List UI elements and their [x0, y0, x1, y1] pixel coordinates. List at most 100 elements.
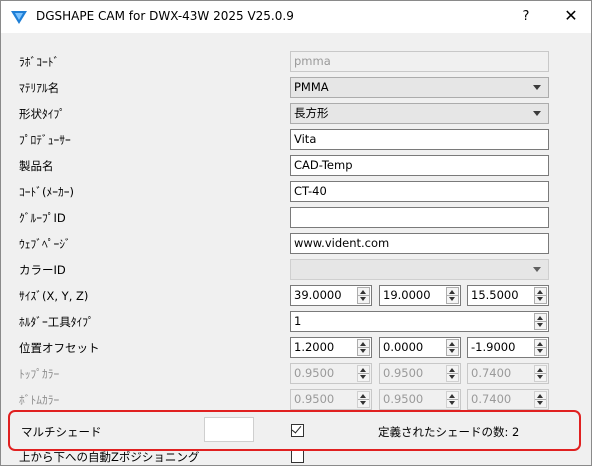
spin-buttons: [357, 365, 370, 382]
shape-type-value: 長方形: [294, 106, 329, 120]
top-color-b-value: 0.7400: [471, 366, 512, 380]
bottom-color-b-stepper: 0.7400: [467, 389, 549, 410]
row-product-name: 製品名 CAD-Temp: [1, 155, 591, 177]
row-holder-tool-type: ﾎﾙﾀﾞｰ工具ﾀｲﾌﾟ 1: [1, 311, 591, 333]
spin-buttons[interactable]: [357, 287, 370, 304]
offset-y-stepper[interactable]: 0.0000: [379, 337, 461, 358]
title-bar: DGSHAPE CAM for DWX-43W 2025 V25.0.9 ? ✕: [1, 1, 591, 33]
spin-up-icon[interactable]: [360, 290, 366, 294]
size-z-stepper[interactable]: 15.5000: [467, 285, 549, 306]
lab-code-field: pmma: [290, 51, 549, 72]
spin-up-icon[interactable]: [449, 290, 455, 294]
spin-buttons[interactable]: [534, 287, 547, 304]
window-title: DGSHAPE CAM for DWX-43W 2025 V25.0.9: [36, 9, 294, 23]
offset-x-value: 1.2000: [294, 340, 335, 354]
bottom-color-r-value: 0.9500: [294, 392, 335, 406]
row-producer: ﾌﾟﾛﾃﾞｭｰｻｰ Vita: [1, 129, 591, 151]
bottom-color-g-stepper: 0.9500: [379, 389, 461, 410]
producer-label: ﾌﾟﾛﾃﾞｭｰｻｰ: [19, 133, 71, 147]
spin-down-icon[interactable]: [537, 349, 543, 353]
spin-buttons: [534, 391, 547, 408]
spin-down-icon[interactable]: [449, 297, 455, 301]
spin-buttons: [446, 391, 459, 408]
offset-y-value: 0.0000: [383, 340, 424, 354]
row-size: ｻｲｽﾞ(X, Y, Z) 39.0000 19.0000 15.5000: [1, 285, 591, 307]
top-color-r-stepper: 0.9500: [290, 363, 372, 384]
row-code-maker: ｺｰﾄﾞ(ﾒｰｶｰ) CT-40: [1, 181, 591, 203]
chevron-down-icon: [533, 85, 541, 90]
product-name-field[interactable]: CAD-Temp: [290, 155, 549, 176]
spin-buttons[interactable]: [446, 339, 459, 356]
spin-buttons[interactable]: [446, 287, 459, 304]
product-name-label: 製品名: [19, 159, 54, 173]
spin-down-icon[interactable]: [537, 297, 543, 301]
spin-up-icon[interactable]: [360, 342, 366, 346]
defined-shades-count: 定義されたシェードの数: 2: [378, 425, 520, 439]
spin-buttons: [534, 365, 547, 382]
row-lab-code: ﾗﾎﾞｺｰﾄﾞ pmma: [1, 51, 591, 73]
top-color-g-value: 0.9500: [383, 366, 424, 380]
bottom-color-g-value: 0.9500: [383, 392, 424, 406]
multi-shade-label: マルチシェード: [21, 425, 102, 439]
color-id-select: [290, 259, 549, 280]
spin-up-icon[interactable]: [537, 316, 543, 320]
offset-z-stepper[interactable]: -1.9000: [467, 337, 549, 358]
dgshape-logo-icon: [11, 11, 27, 24]
close-icon[interactable]: ✕: [559, 5, 583, 27]
top-color-g-stepper: 0.9500: [379, 363, 461, 384]
lab-code-label: ﾗﾎﾞｺｰﾄﾞ: [19, 55, 60, 69]
offset-x-stepper[interactable]: 1.2000: [290, 337, 372, 358]
spin-up-icon[interactable]: [449, 342, 455, 346]
code-maker-label: ｺｰﾄﾞ(ﾒｰｶｰ): [19, 185, 74, 199]
spin-buttons: [446, 365, 459, 382]
spin-down-icon[interactable]: [449, 349, 455, 353]
row-top-color: ﾄｯﾌﾟｶﾗｰ 0.9500 0.9500 0.7400: [1, 363, 591, 385]
producer-field[interactable]: Vita: [290, 129, 549, 150]
spin-up-icon[interactable]: [537, 290, 543, 294]
holder-tool-type-stepper[interactable]: 1: [290, 311, 549, 332]
spin-buttons[interactable]: [534, 313, 547, 330]
top-color-b-stepper: 0.7400: [467, 363, 549, 384]
dialog-window: DGSHAPE CAM for DWX-43W 2025 V25.0.9 ? ✕…: [0, 0, 592, 466]
group-id-label: ｸﾞﾙｰﾌﾟID: [19, 211, 66, 225]
spin-down-icon[interactable]: [537, 323, 543, 327]
bottom-color-b-value: 0.7400: [471, 392, 512, 406]
spin-buttons[interactable]: [534, 339, 547, 356]
spin-up-icon[interactable]: [537, 342, 543, 346]
shape-type-select[interactable]: 長方形: [290, 103, 549, 124]
color-id-label: カラーID: [19, 263, 66, 277]
chevron-down-icon: [533, 267, 541, 272]
row-webpage: ｳｪﾌﾞﾍﾟｰｼﾞ www.vident.com: [1, 233, 591, 255]
size-y-value: 19.0000: [383, 288, 431, 302]
spin-down-icon[interactable]: [360, 349, 366, 353]
chevron-down-icon: [533, 111, 541, 116]
row-material-name: ﾏﾃﾘｱﾙ名 PMMA: [1, 77, 591, 99]
multi-shade-checkbox[interactable]: [291, 423, 304, 437]
spin-buttons[interactable]: [357, 339, 370, 356]
material-name-value: PMMA: [294, 80, 329, 94]
row-group-id: ｸﾞﾙｰﾌﾟID: [1, 207, 591, 229]
material-name-select[interactable]: PMMA: [290, 77, 549, 98]
shape-type-label: 形状ﾀｲﾌﾟ: [19, 107, 65, 121]
top-color-r-value: 0.9500: [294, 366, 335, 380]
holder-tool-type-label: ﾎﾙﾀﾞｰ工具ﾀｲﾌﾟ: [19, 315, 94, 329]
webpage-field[interactable]: www.vident.com: [290, 233, 549, 254]
help-icon[interactable]: ?: [513, 6, 539, 28]
size-x-stepper[interactable]: 39.0000: [290, 285, 372, 306]
offset-z-value: -1.9000: [471, 340, 516, 354]
holder-tool-type-value: 1: [294, 314, 302, 328]
auto-z-positioning-checkbox[interactable]: [291, 450, 304, 463]
row-bottom-color: ﾎﾞﾄﾑｶﾗｰ 0.9500 0.9500 0.7400: [1, 389, 591, 411]
size-y-stepper[interactable]: 19.0000: [379, 285, 461, 306]
multi-shade-color-swatch[interactable]: [204, 417, 254, 442]
spin-down-icon[interactable]: [360, 297, 366, 301]
size-label: ｻｲｽﾞ(X, Y, Z): [19, 289, 89, 303]
row-color-id: カラーID: [1, 259, 591, 281]
bottom-color-r-stepper: 0.9500: [290, 389, 372, 410]
material-name-label: ﾏﾃﾘｱﾙ名: [19, 81, 60, 95]
top-color-label: ﾄｯﾌﾟｶﾗｰ: [19, 367, 60, 381]
auto-z-positioning-label: 上から下への自動Zポジショニング: [19, 450, 200, 464]
group-id-field[interactable]: [290, 207, 549, 228]
code-maker-field[interactable]: CT-40: [290, 181, 549, 202]
row-shape-type: 形状ﾀｲﾌﾟ 長方形: [1, 103, 591, 125]
